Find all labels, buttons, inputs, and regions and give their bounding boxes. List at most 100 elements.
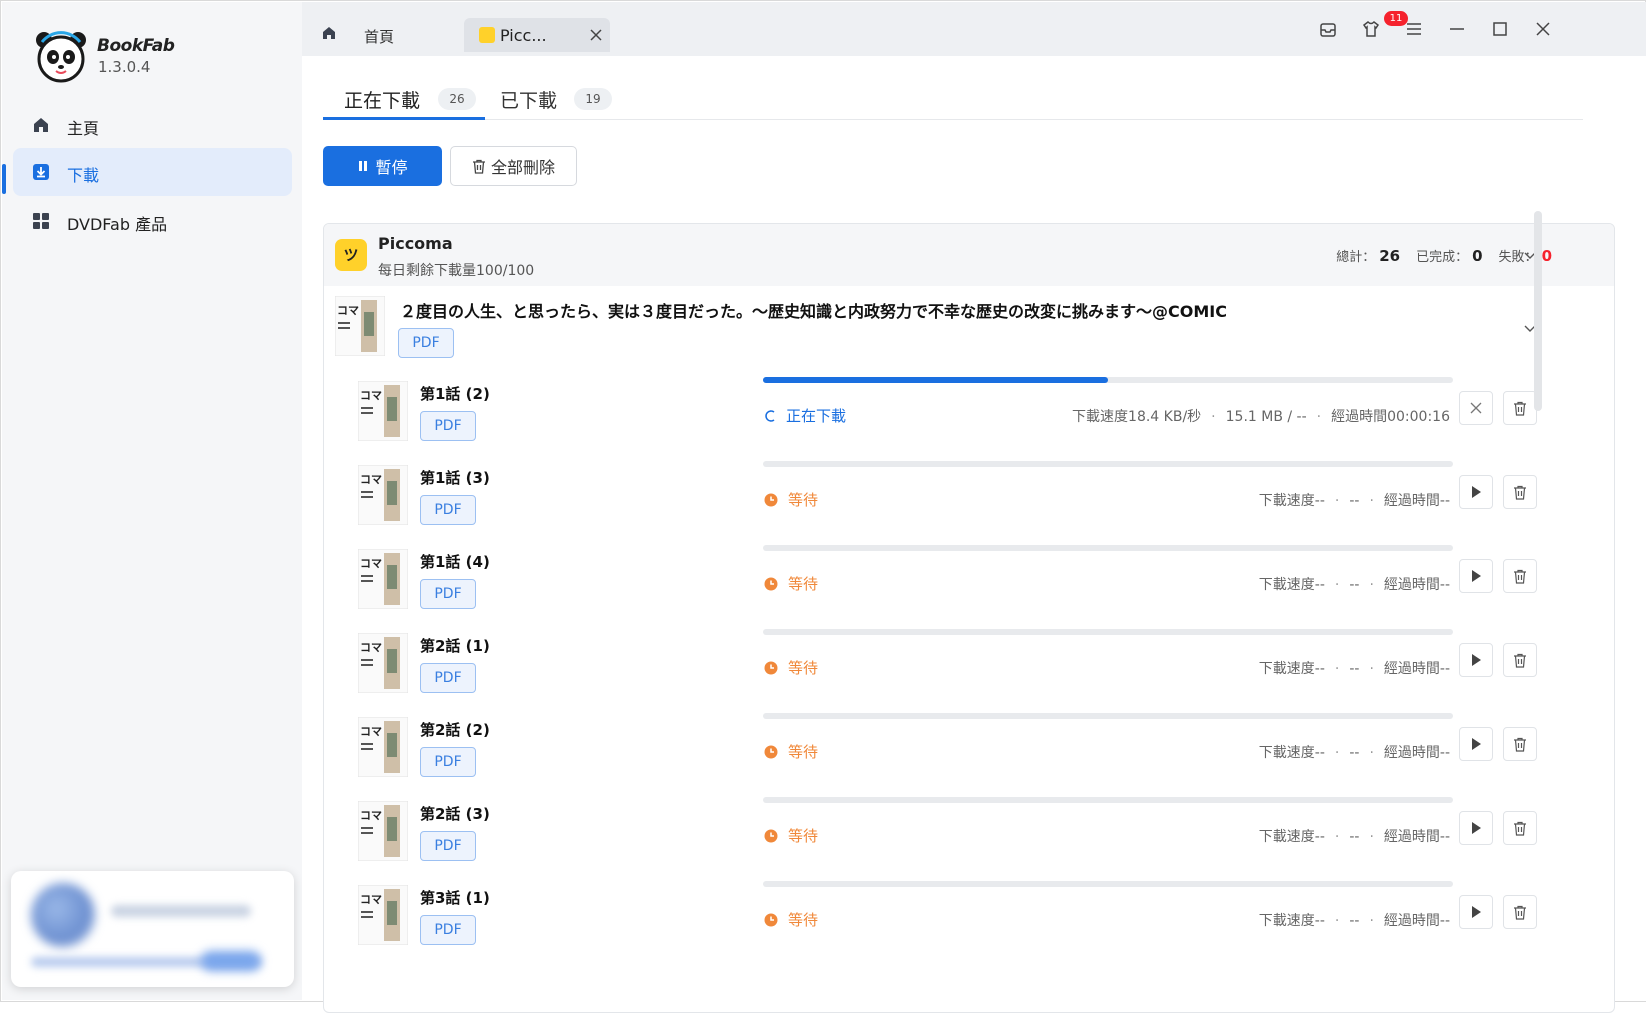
clock-icon: [764, 493, 778, 506]
play-icon: [1472, 486, 1481, 498]
main-content: 正在下載 26 已下載 19 暫停 全部刪除 ツ Piccoma 每日剩餘下載量…: [302, 56, 1646, 1013]
progress-fill: [763, 377, 1108, 383]
trash-icon: [1514, 821, 1526, 836]
progress-bar: [763, 629, 1453, 635]
download-speed: 下載速度--: [1258, 745, 1325, 761]
source-stats: 總計： 26 已完成： 0 失敗： 0: [1336, 246, 1552, 265]
cancel-icon: [1470, 402, 1482, 414]
account-name-blurred: [111, 905, 251, 917]
source-header[interactable]: ツ Piccoma 每日剩餘下載量100/100 總計： 26 已完成： 0 失敗：…: [324, 224, 1614, 286]
status-label: 等待: [788, 491, 819, 509]
episode-row[interactable]: コマ 第1話 (4) PDF 等待 下載速度-- · -- · 經過時間--: [324, 541, 1614, 625]
delete-button[interactable]: [1503, 475, 1537, 509]
delete-all-button[interactable]: 全部刪除: [450, 146, 577, 186]
elapsed-time: 經過時間00:00:16: [1331, 409, 1450, 425]
progress-bar: [763, 881, 1453, 887]
tab-piccoma[interactable]: Picc...: [464, 18, 610, 52]
sidebar-item-home[interactable]: 主頁: [13, 101, 292, 149]
elapsed-time: 經過時間--: [1383, 829, 1450, 845]
status-label: 等待: [788, 743, 819, 761]
delete-button[interactable]: [1503, 727, 1537, 761]
start-button[interactable]: [1459, 559, 1493, 593]
account-card[interactable]: [11, 871, 294, 987]
pause-button[interactable]: 暫停: [323, 146, 442, 186]
download-meta: 下載速度-- · -- · 經過時間--: [1258, 577, 1450, 593]
trash-icon: [1514, 653, 1526, 668]
progress-bar: [763, 713, 1453, 719]
progress-bar: [763, 797, 1453, 803]
clock-icon: [764, 745, 778, 758]
download-status: 正在下載: [764, 405, 846, 426]
episode-thumbnail: コマ: [358, 549, 408, 609]
episode-row[interactable]: コマ 第2話 (2) PDF 等待 下載速度-- · -- · 經過時間--: [324, 709, 1614, 793]
episode-row[interactable]: コマ 第2話 (3) PDF 等待 下載速度-- · -- · 經過時間--: [324, 793, 1614, 877]
episode-row[interactable]: コマ 第2話 (1) PDF 等待 下載速度-- · -- · 經過時間--: [324, 625, 1614, 709]
download-meta: 下載速度-- · -- · 經過時間--: [1258, 829, 1450, 845]
trash-icon: [1514, 569, 1526, 584]
source-name: Piccoma: [378, 234, 453, 253]
episode-row[interactable]: コマ 第1話 (3) PDF 等待 下載速度-- · -- · 經過時間--: [324, 457, 1614, 541]
download-size: --: [1349, 829, 1360, 845]
app-window: BookFab 1.3.0.4 主頁 下載 DVDFab 產品 首頁 Picc.…: [0, 0, 1646, 1013]
episode-thumbnail: コマ: [358, 465, 408, 525]
svg-text:コマ: コマ: [360, 557, 382, 570]
delete-button[interactable]: [1503, 811, 1537, 845]
menu-icon[interactable]: [1404, 19, 1424, 39]
download-meta: 下載速度-- · -- · 經過時間--: [1258, 913, 1450, 929]
episode-title: 第1話 (2): [420, 385, 490, 403]
sidebar-item-dvdfab-products[interactable]: DVDFab 產品: [13, 197, 292, 245]
svg-text:コマ: コマ: [360, 641, 382, 654]
minimize-icon[interactable]: [1447, 19, 1467, 39]
svg-text:コマ: コマ: [360, 893, 382, 906]
delete-button[interactable]: [1503, 559, 1537, 593]
download-size: --: [1349, 745, 1360, 761]
delete-button[interactable]: [1503, 643, 1537, 677]
trash-icon: [1514, 905, 1526, 920]
delete-button[interactable]: [1503, 895, 1537, 929]
tab-downloading[interactable]: 正在下載: [344, 86, 420, 113]
shirt-icon[interactable]: [1361, 19, 1381, 39]
cancel-button[interactable]: [1459, 391, 1493, 425]
download-speed: 下載速度--: [1258, 661, 1325, 677]
scrollbar-thumb[interactable]: [1534, 211, 1542, 411]
close-window-icon[interactable]: [1533, 19, 1553, 39]
start-button[interactable]: [1459, 895, 1493, 929]
series-thumbnail: コマ: [335, 296, 385, 356]
episode-format-badge: PDF: [420, 579, 476, 609]
start-button[interactable]: [1459, 811, 1493, 845]
download-size: --: [1349, 661, 1360, 677]
title-bar: 首頁 Picc... 11: [302, 2, 1646, 56]
play-icon: [1472, 906, 1481, 918]
app-name: BookFab: [97, 36, 175, 56]
pause-icon: [359, 161, 368, 171]
episode-row[interactable]: コマ 第3話 (1) PDF 等待 下載速度-- · -- · 經過時間--: [324, 877, 1614, 961]
series-title: ２度目の人生、と思ったら、実は３度目だった。～歴史知識と内政努力で不幸な歴史の改…: [400, 302, 1227, 321]
piccoma-tab-icon: [479, 27, 495, 43]
tab-home[interactable]: 首頁: [364, 26, 394, 47]
tab-downloaded[interactable]: 已下載: [500, 86, 557, 113]
episode-format-badge: PDF: [420, 411, 476, 441]
download-status: 等待: [764, 657, 818, 678]
episode-title: 第2話 (3): [420, 805, 490, 823]
close-tab-icon[interactable]: [588, 27, 604, 43]
start-button[interactable]: [1459, 727, 1493, 761]
inbox-icon[interactable]: [1318, 19, 1338, 39]
episode-row[interactable]: コマ 第1話 (2) PDF 正在下載 下載速度18.4 KB/秒 · 15.1 MB / …: [324, 373, 1614, 457]
daily-quota: 每日剩餘下載量100/100: [378, 263, 535, 279]
maximize-icon[interactable]: [1490, 19, 1510, 39]
account-button-blurred[interactable]: [201, 951, 261, 971]
sidebar-item-download[interactable]: 下載: [13, 148, 292, 196]
home-tab-icon[interactable]: [321, 25, 337, 41]
download-icon: [33, 164, 49, 180]
app-version: 1.3.0.4: [98, 58, 151, 76]
start-button[interactable]: [1459, 643, 1493, 677]
download-status: 等待: [764, 489, 818, 510]
status-label: 等待: [788, 827, 819, 845]
clock-icon: [764, 661, 778, 674]
series-format-badge: PDF: [398, 328, 454, 358]
progress-bar: [763, 461, 1453, 467]
elapsed-time: 經過時間--: [1383, 577, 1450, 593]
series-row[interactable]: コマ ２度目の人生、と思ったら、実は３度目だった。～歴史知識と内政努力で不幸な歴…: [324, 286, 1614, 370]
start-button[interactable]: [1459, 475, 1493, 509]
delete-button[interactable]: [1503, 391, 1537, 425]
